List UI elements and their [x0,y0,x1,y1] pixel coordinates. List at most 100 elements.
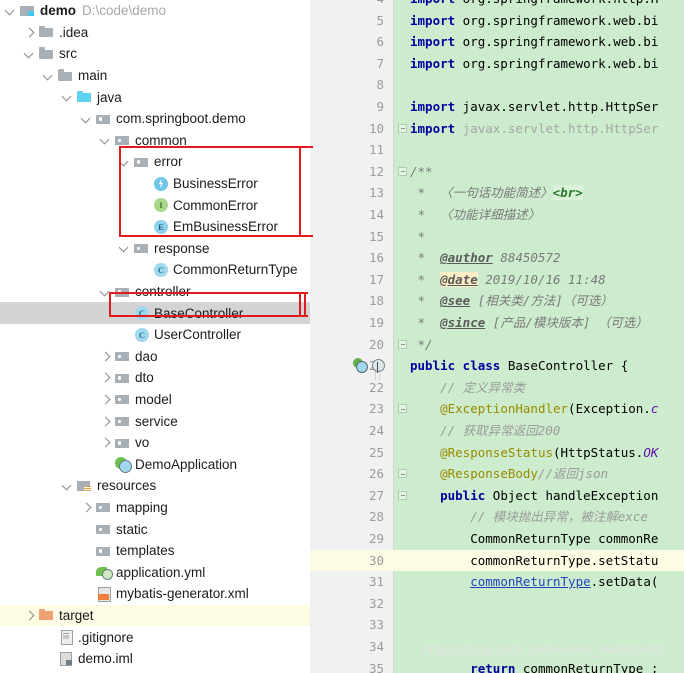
line-number: 33 [368,617,384,633]
chevron-down-icon[interactable] [23,47,36,60]
tree-row-controller[interactable]: controller [0,281,310,303]
tree-row-templates[interactable]: templates [0,540,310,562]
tree-row-resources[interactable]: resources [0,475,310,497]
code-line-27[interactable]: 27 public Object handleException [310,485,684,507]
code-line-11[interactable]: 11 [310,139,684,161]
code-line-35[interactable]: 35 return commonReturnType ; [310,658,684,673]
code-editor[interactable]: 4 import org.springframework.http.H 5 impor… [310,0,684,673]
code-fold-toggle-icon[interactable] [398,469,407,479]
tree-row-demo-iml[interactable]: demo.iml [0,648,310,670]
code-line-33[interactable]: 33 [310,614,684,636]
tree-row-main[interactable]: main [0,65,310,87]
chevron-right-icon[interactable] [23,609,36,622]
code-fold-toggle-icon[interactable] [398,339,407,349]
tree-row-usercontroller[interactable]: C UserController [0,324,310,346]
code-line-6[interactable]: 6 import org.springframework.web.bi [310,31,684,53]
tree-row-commonreturntype[interactable]: C CommonReturnType [0,259,310,281]
tree-row--gitignore[interactable]: .gitignore [0,626,310,648]
tree-item-label: error [154,154,183,170]
tree-row-dao[interactable]: dao [0,346,310,368]
tree-row-vo[interactable]: vo [0,432,310,454]
tree-row-commonerror[interactable]: I CommonError [0,194,310,216]
code-text: * @since [产品/模块版本] （可选） [410,315,648,330]
run-spring-bean-icon[interactable] [352,357,368,374]
implemented-by-icon[interactable] [372,359,385,374]
tree-row-mybatis-generator-xml[interactable]: mybatis-generator.xml [0,583,310,605]
tree-row-model[interactable]: model [0,389,310,411]
code-line-14[interactable]: 14 * 〈功能详细描述〉 [310,204,684,226]
tree-row-dto[interactable]: dto [0,367,310,389]
tree-row-demoapplication[interactable]: DemoApplication [0,453,310,475]
code-line-22[interactable]: 22 // 定义异常类 [310,377,684,399]
chevron-right-icon[interactable] [23,26,36,39]
code-line-31[interactable]: 31 commonReturnType.setData( [310,571,684,593]
code-fold-toggle-icon[interactable] [398,490,407,500]
code-line-23[interactable]: 23 @ExceptionHandler(Exception.c [310,398,684,420]
tree-row-target[interactable]: target [0,604,310,627]
tree-row-com-springboot-demo[interactable]: com.springboot.demo [0,108,310,130]
chevron-down-icon[interactable] [61,91,74,104]
tree-row-embusinesserror[interactable]: E EmBusinessError [0,216,310,238]
tree-row-response[interactable]: response [0,238,310,260]
code-line-8[interactable]: 8 [310,74,684,96]
code-line-26[interactable]: 26 @ResponseBody//返回json [310,463,684,485]
text-file-icon [58,629,74,646]
tree-row-businesserror[interactable]: BusinessError [0,173,310,195]
chevron-right-icon[interactable] [99,393,112,406]
tree-row-error[interactable]: error [0,151,310,173]
code-line-24[interactable]: 24 // 获取异常返回200 [310,420,684,442]
tree-row-application-yml[interactable]: application.yml [0,561,310,583]
tree-row-demo[interactable]: demo D:\code\demo [0,0,310,22]
chevron-down-icon[interactable] [42,69,55,82]
project-tree-panel[interactable]: demo D:\code\demo .idea src main java com.spri… [0,0,310,673]
code-fold-toggle-icon[interactable] [398,123,407,133]
chevron-down-icon[interactable] [118,155,131,168]
chevron-down-icon[interactable] [61,479,74,492]
code-line-21[interactable]: 21 public class BaseController { [310,355,684,377]
module-folder-icon [20,3,36,19]
code-line-15[interactable]: 15 * [310,226,684,248]
tree-row-static[interactable]: static [0,518,310,540]
tree-item-label: demo.iml [78,651,133,667]
code-line-7[interactable]: 7 import org.springframework.web.bi [310,53,684,75]
tree-row-java[interactable]: java [0,86,310,108]
code-line-12[interactable]: 12 /** [310,161,684,183]
line-number: 27 [368,487,384,503]
code-line-19[interactable]: 19 * @since [产品/模块版本] （可选） [310,312,684,334]
chevron-right-icon[interactable] [99,350,112,363]
tree-row-basecontroller[interactable]: C BaseController [0,302,310,324]
code-line-13[interactable]: 13 * 〈一句话功能简述〉<br> [310,182,684,204]
code-fold-toggle-icon[interactable] [398,166,407,176]
code-line-18[interactable]: 18 * @see [相关类/方法]（可选） [310,290,684,312]
tree-row-pom-xml[interactable]: mpom.xml [0,669,310,673]
code-line-5[interactable]: 5 import org.springframework.web.bi [310,10,684,32]
gutter-icon-group[interactable] [352,357,392,375]
tree-row-service[interactable]: service [0,410,310,432]
code-line-9[interactable]: 9 import javax.servlet.http.HttpSer [310,96,684,118]
code-line-30[interactable]: 30 commonReturnType.setStatu [310,549,684,572]
code-line-25[interactable]: 25 @ResponseStatus(HttpStatus.OK [310,442,684,464]
chevron-right-icon[interactable] [80,501,93,514]
chevron-down-icon[interactable] [118,242,131,255]
code-line-28[interactable]: 28 // 模块抛出异常，被注解exce [310,506,684,528]
chevron-down-icon[interactable] [80,112,93,125]
code-line-17[interactable]: 17 * @date 2019/10/16 11:48 [310,269,684,291]
tree-row-common[interactable]: common [0,130,310,152]
tree-row--idea[interactable]: .idea [0,22,310,44]
tree-row-mapping[interactable]: mapping [0,497,310,519]
code-line-16[interactable]: 16 * @author 88450572 [310,247,684,269]
code-line-4[interactable]: 4 import org.springframework.http.H [310,0,684,10]
code-line-20[interactable]: 20 */ [310,334,684,356]
chevron-down-icon[interactable] [99,134,112,147]
code-line-29[interactable]: 29 CommonReturnType commonRe [310,528,684,550]
chevron-down-icon[interactable] [4,4,17,17]
chevron-right-icon[interactable] [99,371,112,384]
code-line-10[interactable]: 10 import javax.servlet.http.HttpSer [310,118,684,140]
chevron-right-icon[interactable] [99,415,112,428]
chevron-down-icon[interactable] [99,285,112,298]
code-fold-toggle-icon[interactable] [398,404,407,414]
tree-row-src[interactable]: src [0,43,310,65]
chevron-right-icon[interactable] [99,436,112,449]
code-line-32[interactable]: 32 [310,593,684,615]
